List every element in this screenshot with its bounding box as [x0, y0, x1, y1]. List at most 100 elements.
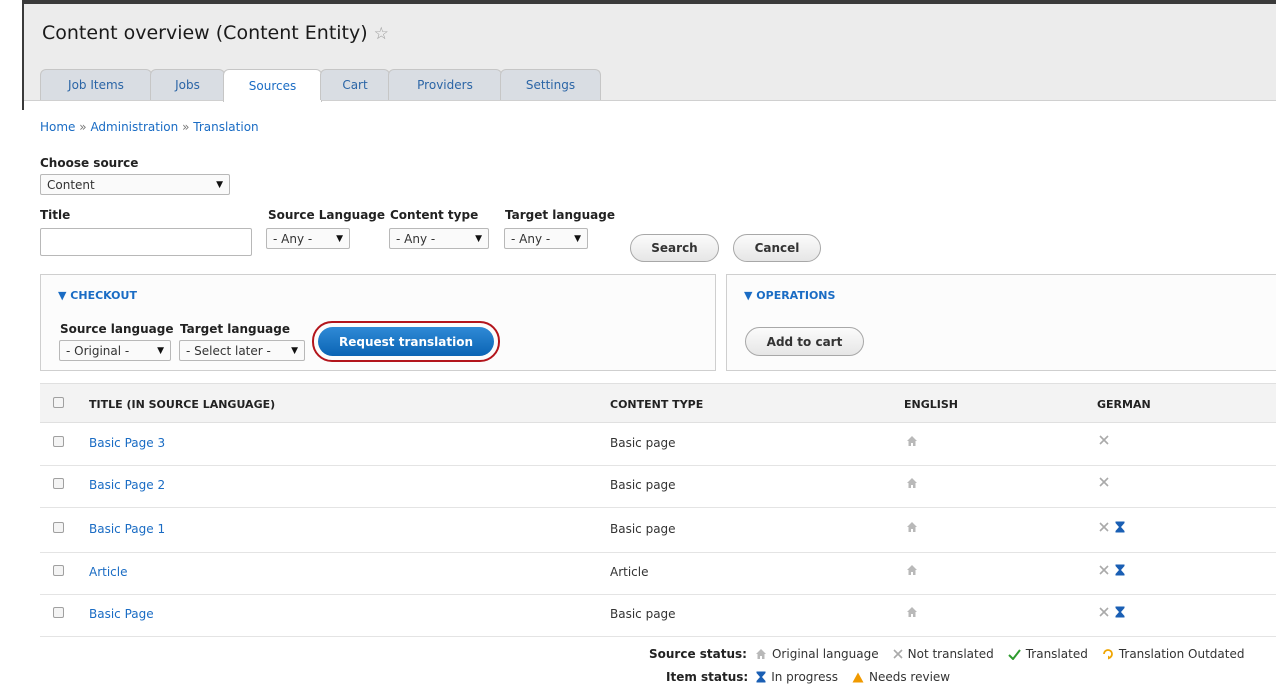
choose-source-label: Choose source — [40, 156, 139, 170]
row-english-status — [906, 564, 918, 579]
row-title-link[interactable]: Article — [89, 565, 128, 579]
row-content-type: Article — [610, 565, 649, 579]
row-title-link[interactable]: Basic Page 3 — [89, 436, 165, 450]
hourglass-icon — [1115, 606, 1125, 618]
content-type-filter-value: - Any - — [396, 231, 436, 246]
column-header-content-type[interactable]: CONTENT TYPE — [610, 398, 703, 411]
tab-cart[interactable]: Cart — [320, 69, 390, 100]
home-icon — [907, 436, 917, 446]
target-language-filter-value: - Any - — [511, 231, 551, 246]
home-icon — [907, 565, 917, 575]
close-icon — [1099, 522, 1109, 532]
tab-jobs[interactable]: Jobs — [150, 69, 225, 100]
row-content-type: Basic page — [610, 436, 676, 450]
source-language-filter-label: Source Language — [268, 208, 386, 222]
legend-original-language: Original language — [755, 647, 879, 661]
title-filter-label: Title — [40, 208, 71, 222]
row-checkbox[interactable] — [53, 607, 64, 618]
checkmark-icon — [1008, 648, 1021, 660]
row-content-type: Basic page — [610, 478, 676, 492]
tab-settings[interactable]: Settings — [500, 69, 601, 100]
checkout-panel-title[interactable]: ▼ CHECKOUT — [58, 289, 137, 302]
tab-job-items[interactable]: Job Items — [40, 69, 152, 100]
row-content-type: Basic page — [610, 522, 676, 536]
row-english-status — [906, 521, 918, 536]
checkout-source-language-value: - Original - — [66, 343, 130, 358]
column-header-german[interactable]: GERMAN — [1097, 398, 1151, 411]
row-title-link[interactable]: Basic Page — [89, 607, 154, 621]
close-icon — [893, 649, 903, 659]
request-translation-button[interactable]: Request translation — [318, 327, 494, 356]
close-icon — [1099, 565, 1109, 575]
select-all-checkbox[interactable] — [53, 397, 64, 408]
hourglass-icon — [1115, 521, 1125, 533]
hourglass-icon — [756, 671, 766, 683]
home-icon — [755, 649, 766, 659]
legend-original-language-text: Original language — [771, 647, 879, 661]
choose-source-select[interactable]: Content ▼ — [40, 174, 230, 195]
target-language-filter-select[interactable]: - Any - ▼ — [504, 228, 588, 249]
cancel-button[interactable]: Cancel — [733, 234, 821, 262]
content-type-filter-label: Content type — [390, 208, 479, 222]
chevron-down-icon: ▼ — [336, 233, 343, 244]
tabs-underline — [24, 100, 1276, 101]
row-divider — [40, 552, 1276, 553]
close-icon — [1099, 607, 1109, 617]
row-checkbox[interactable] — [53, 436, 64, 447]
breadcrumb: Home » Administration » Translation — [40, 120, 259, 134]
checkout-target-language-value: - Select later - — [186, 343, 271, 358]
breadcrumb-separator: » — [182, 120, 190, 134]
row-title-link[interactable]: Basic Page 2 — [89, 478, 165, 492]
close-icon — [1099, 477, 1109, 487]
row-english-status — [906, 477, 918, 492]
legend-not-translated-text: Not translated — [907, 647, 994, 661]
page-title-text: Content overview (Content Entity) — [42, 22, 368, 44]
row-title-link[interactable]: Basic Page 1 — [89, 522, 165, 536]
chevron-down-icon: ▼ — [157, 345, 164, 356]
close-icon — [1099, 435, 1109, 445]
breadcrumb-administration[interactable]: Administration — [90, 120, 178, 134]
hourglass-icon — [1115, 564, 1125, 576]
column-header-title[interactable]: TITLE (IN SOURCE LANGUAGE) — [89, 398, 275, 411]
legend-translation-outdated: Translation Outdated — [1102, 647, 1245, 661]
row-english-status — [906, 606, 918, 621]
tab-providers[interactable]: Providers — [388, 69, 502, 100]
breadcrumb-translation[interactable]: Translation — [193, 120, 258, 134]
source-status-legend: Source status: Original language Not tra… — [649, 647, 1244, 661]
column-header-english[interactable]: ENGLISH — [904, 398, 958, 411]
row-checkbox[interactable] — [53, 565, 64, 576]
source-language-filter-select[interactable]: - Any - ▼ — [266, 228, 350, 249]
row-checkbox[interactable] — [53, 522, 64, 533]
chevron-down-icon: ▼ — [574, 233, 581, 244]
checkout-target-language-label: Target language — [180, 322, 291, 336]
title-filter-input[interactable] — [40, 228, 252, 256]
home-icon — [907, 522, 917, 532]
content-type-filter-select[interactable]: - Any - ▼ — [389, 228, 489, 249]
chevron-down-icon: ▼ — [291, 345, 298, 356]
row-divider — [40, 636, 1276, 637]
legend-needs-review: Needs review — [852, 670, 950, 684]
row-german-status — [1099, 477, 1109, 487]
checkout-source-language-label: Source language — [60, 322, 174, 336]
legend-in-progress: In progress — [756, 670, 838, 684]
chevron-down-icon: ▼ — [216, 179, 223, 190]
tab-sources[interactable]: Sources — [223, 69, 322, 102]
add-to-cart-button[interactable]: Add to cart — [745, 327, 864, 356]
row-english-status — [906, 435, 918, 450]
breadcrumb-home[interactable]: Home — [40, 120, 75, 134]
checkout-source-language-select[interactable]: - Original - ▼ — [59, 340, 171, 361]
legend-in-progress-text: In progress — [771, 670, 838, 684]
row-divider — [40, 465, 1276, 466]
row-german-status — [1099, 564, 1125, 576]
source-status-label: Source status: — [649, 647, 747, 661]
checkout-target-language-select[interactable]: - Select later - ▼ — [179, 340, 305, 361]
search-button[interactable]: Search — [630, 234, 719, 262]
row-checkbox[interactable] — [53, 478, 64, 489]
warning-icon — [852, 672, 864, 682]
legend-translation-outdated-text: Translation Outdated — [1118, 647, 1245, 661]
row-divider — [40, 507, 1276, 508]
operations-panel-title[interactable]: ▼ OPERATIONS — [744, 289, 835, 302]
legend-needs-review-text: Needs review — [868, 670, 951, 684]
star-icon[interactable]: ☆ — [374, 24, 389, 44]
target-language-filter-label: Target language — [505, 208, 616, 222]
